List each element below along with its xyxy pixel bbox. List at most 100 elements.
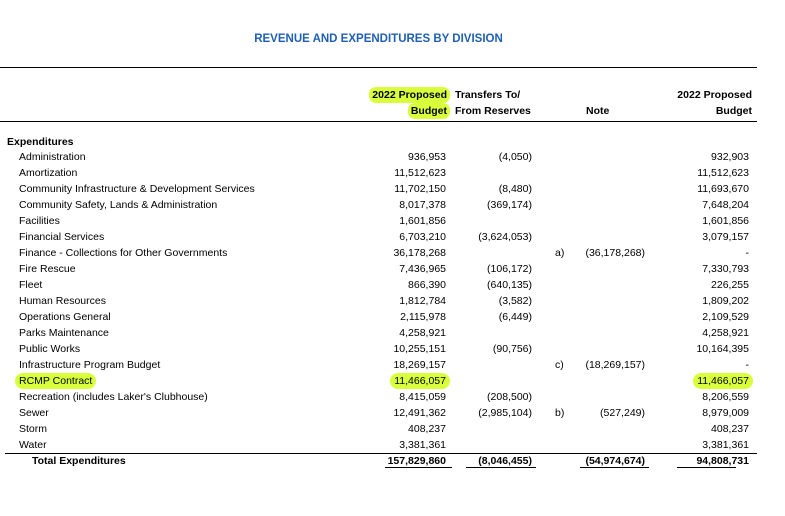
row-budget: 3,381,361 [399, 439, 446, 451]
header-transfers-line1: Transfers To/ [455, 89, 521, 101]
row-division-name: Public Works [19, 343, 81, 355]
header-transfers: Transfers To/ From Reserves [455, 87, 531, 119]
row-budget: 1,812,784 [399, 295, 446, 307]
row-final-budget: 10,164,395 [696, 343, 749, 355]
row-final-budget: 11,512,623 [697, 167, 749, 179]
row-transfer: (106,172) [487, 263, 532, 275]
row-budget: 10,255,151 [393, 343, 446, 355]
row-division-name: Water [19, 439, 47, 451]
table-row: Administration 936,953 (4,050) 932,903 [0, 149, 757, 165]
table-row: Community Safety, Lands & Administration… [0, 197, 757, 213]
row-budget: 2,115,978 [400, 311, 446, 323]
row-final-budget: 8,206,559 [702, 391, 749, 403]
table-row: RCMP Contract 11,466,057 11,466,057 [0, 373, 757, 389]
total-rule-top [5, 453, 757, 454]
row-final-budget: 8,979,009 [702, 407, 749, 419]
row-division-name: Fire Rescue [19, 263, 76, 275]
row-budget: 11,702,150 [394, 183, 446, 195]
row-final-budget: 3,079,157 [702, 231, 749, 243]
row-transfer: (640,135) [487, 279, 532, 291]
header-rule [0, 121, 757, 122]
row-division-name: Community Safety, Lands & Administration [19, 199, 218, 211]
row-transfer: (2,985,104) [478, 407, 532, 419]
row-division-name: Storm [19, 423, 48, 435]
row-note-label: c) [555, 359, 564, 371]
row-budget: 36,178,268 [393, 247, 446, 259]
row-final-budget: 4,258,921 [702, 327, 749, 339]
header-budget: 2022 Proposed Budget [369, 87, 450, 119]
header-note: Note [586, 103, 609, 119]
row-final-budget: 408,237 [711, 423, 749, 435]
header-proposed: 2022 Proposed Budget [677, 87, 752, 119]
row-note-label: b) [555, 407, 565, 419]
page-title: REVENUE AND EXPENDITURES BY DIVISION [254, 33, 503, 45]
top-rule [0, 67, 757, 68]
row-note-label: a) [555, 247, 565, 259]
row-budget: 11,512,623 [394, 167, 446, 179]
header-proposed-line2: Budget [715, 105, 752, 117]
section-heading: Expenditures [7, 136, 74, 148]
row-final-budget: - [745, 359, 750, 371]
total-underline [580, 467, 649, 468]
row-division-name: Finance - Collections for Other Governme… [19, 247, 228, 259]
row-final-budget: - [745, 247, 750, 259]
row-division-name: Infrastructure Program Budget [19, 359, 161, 371]
table-row: Finance - Collections for Other Governme… [0, 245, 757, 261]
row-division-name: RCMP Contract [15, 373, 97, 389]
row-division-name: Community Infrastructure & Development S… [19, 183, 255, 195]
table-row: Fire Rescue 7,436,965 (106,172) 7,330,793 [0, 261, 757, 277]
table-row: Amortization 11,512,623 11,512,623 [0, 165, 757, 181]
table-row: Community Infrastructure & Development S… [0, 181, 757, 197]
row-final-budget: 2,109,529 [702, 311, 749, 323]
row-final-budget: 3,381,361 [702, 439, 749, 451]
row-division-name: Financial Services [19, 231, 105, 243]
row-division-name: Operations General [19, 311, 111, 323]
table-row: Facilities 1,601,856 1,601,856 [0, 213, 757, 229]
row-transfer: (8,480) [498, 183, 532, 195]
row-final-budget: 1,601,856 [702, 215, 749, 227]
row-transfer: (4,050) [498, 151, 532, 163]
total-underline [385, 467, 452, 468]
row-final-budget: 7,330,793 [702, 263, 749, 275]
row-final-budget: 7,648,204 [702, 199, 749, 211]
row-budget: 936,953 [408, 151, 446, 163]
row-division-name: Facilities [19, 215, 60, 227]
row-transfer: (208,500) [487, 391, 532, 403]
row-budget: 18,269,157 [393, 359, 446, 371]
table-row: Infrastructure Program Budget 18,269,157 c… [0, 357, 757, 373]
table-row: Fleet 866,390 (640,135) 226,255 [0, 277, 757, 293]
row-transfer: (369,174) [487, 199, 532, 211]
total-underline [677, 467, 736, 468]
row-division-name: Amortization [19, 167, 78, 179]
row-division-name: Administration [19, 151, 86, 163]
row-note-value: (36,178,268) [585, 247, 645, 259]
table-row: Operations General 2,115,978 (6,449) 2,109,… [0, 309, 757, 325]
table-row: Storm 408,237 408,237 [0, 421, 757, 437]
header-note-label: Note [586, 105, 610, 117]
row-division-name: Fleet [19, 279, 43, 291]
header-budget-line1: 2022 Proposed [369, 87, 450, 103]
row-budget: 8,415,059 [399, 391, 446, 403]
row-transfer: (6,449) [498, 311, 532, 323]
row-budget: 408,237 [408, 423, 446, 435]
table-row: Sewer 12,491,362 (2,985,104) b) (527,249) 8,9… [0, 405, 757, 421]
row-note-value: (527,249) [600, 407, 645, 419]
row-budget: 4,258,921 [399, 327, 446, 339]
row-division-name: Parks Maintenance [19, 327, 109, 339]
row-final-budget: 1,809,202 [702, 295, 749, 307]
table-row: Parks Maintenance 4,258,921 4,258,921 [0, 325, 757, 341]
row-final-budget: 11,693,670 [697, 183, 749, 195]
row-transfer: (3,624,053) [478, 231, 532, 243]
row-division-name: Recreation (includes Laker's Clubhouse) [19, 391, 208, 403]
row-budget: 11,466,057 [390, 373, 450, 389]
row-final-budget: 11,466,057 [693, 373, 753, 389]
header-budget-line2: Budget [407, 103, 450, 119]
row-final-budget: 932,903 [711, 151, 749, 163]
table-row: Financial Services 6,703,210 (3,624,053) 3,… [0, 229, 757, 245]
row-transfer: (90,756) [492, 343, 532, 355]
table-row: Human Resources 1,812,784 (3,582) 1,809,202 [0, 293, 757, 309]
table-row: Public Works 10,255,151 (90,756) 10,164,395 [0, 341, 757, 357]
row-division-name: Sewer [19, 407, 49, 419]
table-row: Recreation (includes Laker's Clubhouse) 8… [0, 389, 757, 405]
row-note-value: (18,269,157) [585, 359, 645, 371]
